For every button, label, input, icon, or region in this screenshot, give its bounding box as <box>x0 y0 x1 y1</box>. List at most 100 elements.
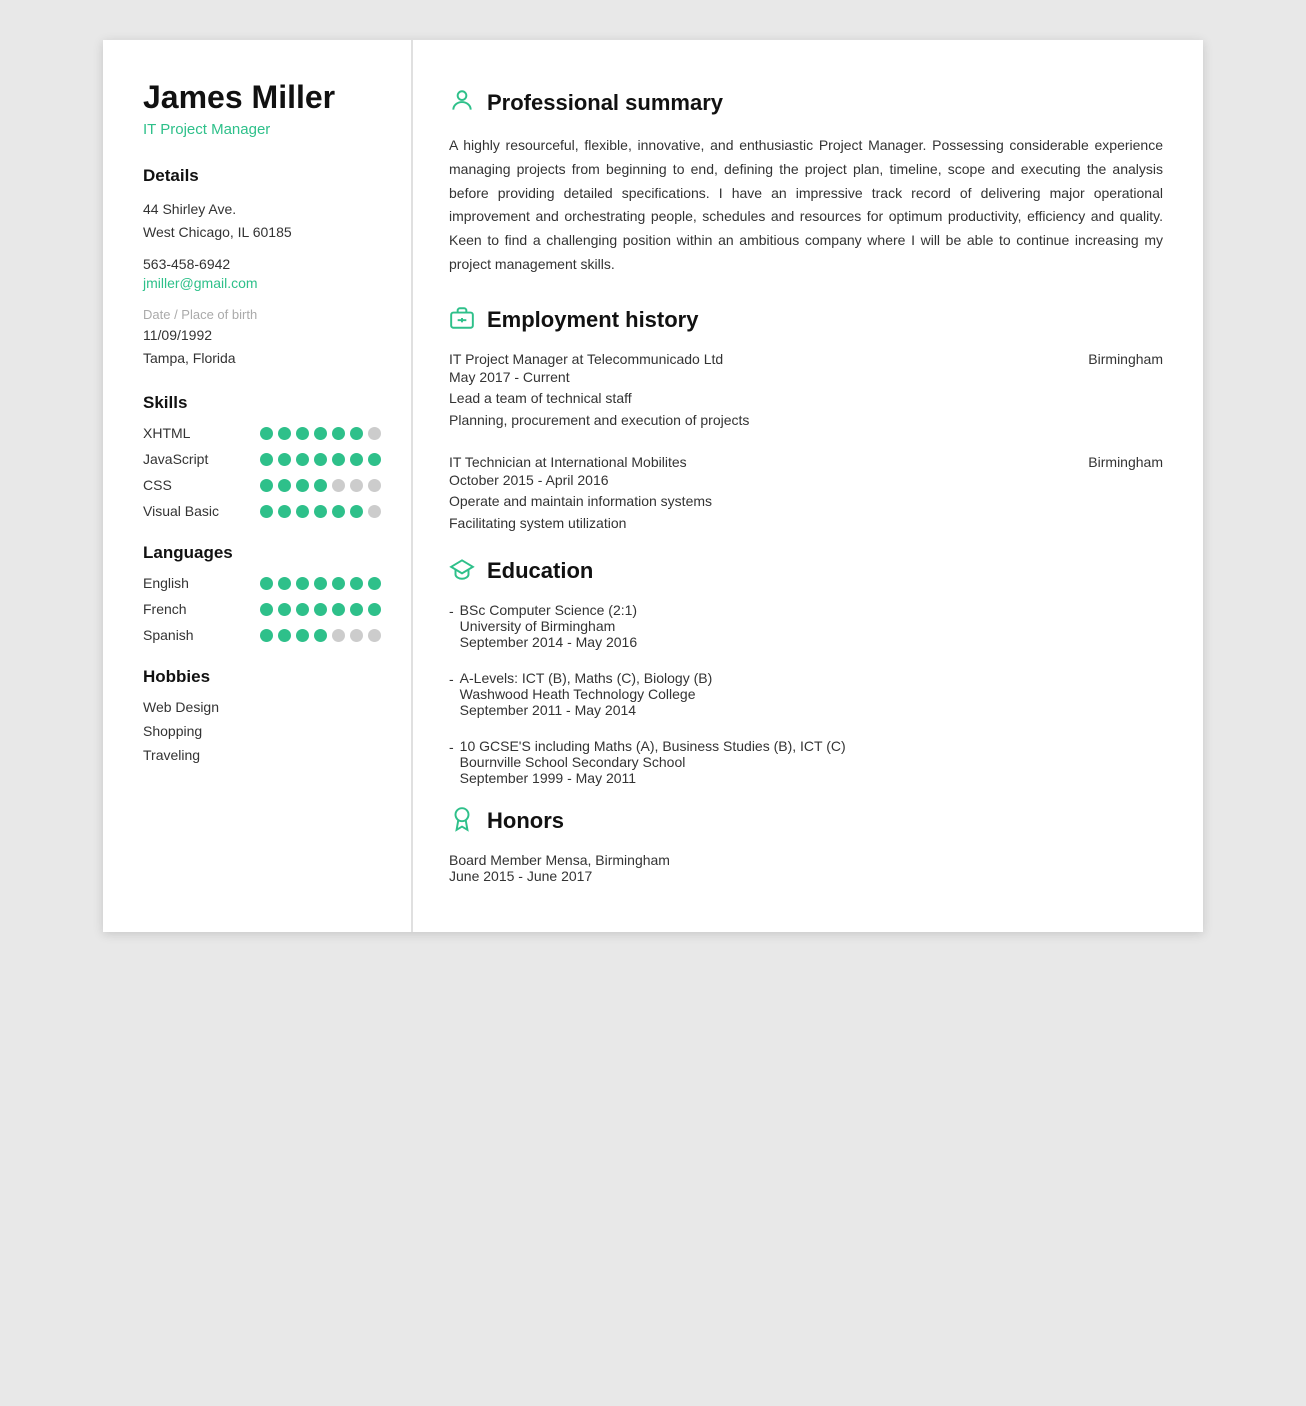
job-bullet: Lead a team of technical staff <box>449 387 1163 409</box>
edu-title: 10 GCSE'S including Maths (A), Business … <box>460 738 846 754</box>
skill-dots <box>260 505 381 518</box>
languages-list: English French Spanish <box>143 575 381 643</box>
dot-filled <box>296 603 309 616</box>
dot-filled <box>278 603 291 616</box>
person-name: James Miller <box>143 80 381 115</box>
skills-list: XHTML JavaScript CSS Visual Basic <box>143 425 381 519</box>
dot-filled <box>314 603 327 616</box>
education-list: -BSc Computer Science (2:1)University of… <box>449 602 1163 786</box>
dot-empty <box>368 427 381 440</box>
edu-entry: -10 GCSE'S including Maths (A), Business… <box>449 738 1163 786</box>
dot-filled <box>314 505 327 518</box>
skill-label: Visual Basic <box>143 503 233 519</box>
skill-dots <box>260 453 381 466</box>
dot-filled <box>368 577 381 590</box>
dot-filled <box>296 479 309 492</box>
language-row: Spanish <box>143 627 381 643</box>
right-column: Professional summary A highly resourcefu… <box>413 40 1203 932</box>
edu-school: University of Birmingham <box>460 618 637 634</box>
dot-filled <box>314 629 327 642</box>
dot-empty <box>332 479 345 492</box>
dot-filled <box>278 479 291 492</box>
job-bullet: Facilitating system utilization <box>449 512 1163 534</box>
edu-school: Bournville School Secondary School <box>460 754 846 770</box>
skill-label: JavaScript <box>143 451 233 467</box>
details-section-title: Details <box>143 166 381 186</box>
edu-content: BSc Computer Science (2:1)University of … <box>460 602 637 650</box>
dot-filled <box>260 629 273 642</box>
dot-filled <box>260 577 273 590</box>
skill-row: Visual Basic <box>143 503 381 519</box>
job-entry: IT Technician at International Mobilites… <box>449 454 1163 535</box>
summary-title: Professional summary <box>487 90 723 116</box>
edu-content: A-Levels: ICT (B), Maths (C), Biology (B… <box>460 670 713 718</box>
job-header: IT Project Manager at Telecommunicado Lt… <box>449 351 1163 367</box>
address-line2: West Chicago, IL 60185 <box>143 221 381 243</box>
dot-filled <box>332 505 345 518</box>
employment-header: Employment history <box>449 305 1163 335</box>
dot-empty <box>368 505 381 518</box>
dot-filled <box>314 427 327 440</box>
skill-row: XHTML <box>143 425 381 441</box>
dot-filled <box>350 427 363 440</box>
education-title: Education <box>487 558 593 584</box>
jobs-list: IT Project Manager at Telecommunicado Lt… <box>449 351 1163 535</box>
dot-filled <box>260 427 273 440</box>
language-label: Spanish <box>143 627 233 643</box>
birth-place: Tampa, Florida <box>143 347 381 369</box>
dot-filled <box>332 577 345 590</box>
person-job-title: IT Project Manager <box>143 121 381 138</box>
dot-filled <box>296 577 309 590</box>
dot-empty <box>368 629 381 642</box>
edu-entry: -BSc Computer Science (2:1)University of… <box>449 602 1163 650</box>
resume-container: James Miller IT Project Manager Details … <box>103 40 1203 932</box>
dot-filled <box>314 453 327 466</box>
email-link[interactable]: jmiller@gmail.com <box>143 275 258 291</box>
employment-title: Employment history <box>487 307 698 333</box>
dot-filled <box>350 505 363 518</box>
dot-filled <box>350 577 363 590</box>
dot-filled <box>350 453 363 466</box>
skill-label: XHTML <box>143 425 233 441</box>
job-title-text: IT Technician at International Mobilites <box>449 454 687 470</box>
edu-dash: - <box>449 739 454 786</box>
dot-filled <box>296 427 309 440</box>
job-bullet: Operate and maintain information systems <box>449 490 1163 512</box>
dot-filled <box>368 453 381 466</box>
language-row: English <box>143 575 381 591</box>
dot-filled <box>314 577 327 590</box>
hobby-item: Traveling <box>143 747 381 763</box>
language-row: French <box>143 601 381 617</box>
dot-filled <box>296 505 309 518</box>
dot-filled <box>296 629 309 642</box>
languages-section-title: Languages <box>143 543 381 563</box>
honors-list: Board Member Mensa, BirminghamJune 2015 … <box>449 852 1163 884</box>
honors-title: Honors <box>487 808 564 834</box>
summary-header: Professional summary <box>449 88 1163 118</box>
job-dates: October 2015 - April 2016 <box>449 472 1163 488</box>
skill-dots <box>260 427 381 440</box>
job-bullet: Planning, procurement and execution of p… <box>449 409 1163 431</box>
job-title-text: IT Project Manager at Telecommunicado Lt… <box>449 351 723 367</box>
edu-dates: September 1999 - May 2011 <box>460 770 846 786</box>
dot-filled <box>314 479 327 492</box>
address-block: 44 Shirley Ave. West Chicago, IL 60185 <box>143 198 381 243</box>
skill-label: CSS <box>143 477 233 493</box>
hobby-item: Web Design <box>143 699 381 715</box>
language-label: French <box>143 601 233 617</box>
language-dots <box>260 603 381 616</box>
employment-icon <box>449 305 475 335</box>
dot-filled <box>332 603 345 616</box>
phone-block: 563-458-6942 jmiller@gmail.com <box>143 253 381 293</box>
dot-filled <box>350 603 363 616</box>
dot-filled <box>260 479 273 492</box>
skill-dots <box>260 479 381 492</box>
dot-empty <box>350 629 363 642</box>
edu-dash: - <box>449 671 454 718</box>
job-header: IT Technician at International Mobilites… <box>449 454 1163 470</box>
job-dates: May 2017 - Current <box>449 369 1163 385</box>
skill-row: CSS <box>143 477 381 493</box>
dot-filled <box>278 629 291 642</box>
language-label: English <box>143 575 233 591</box>
left-column: James Miller IT Project Manager Details … <box>103 40 413 932</box>
